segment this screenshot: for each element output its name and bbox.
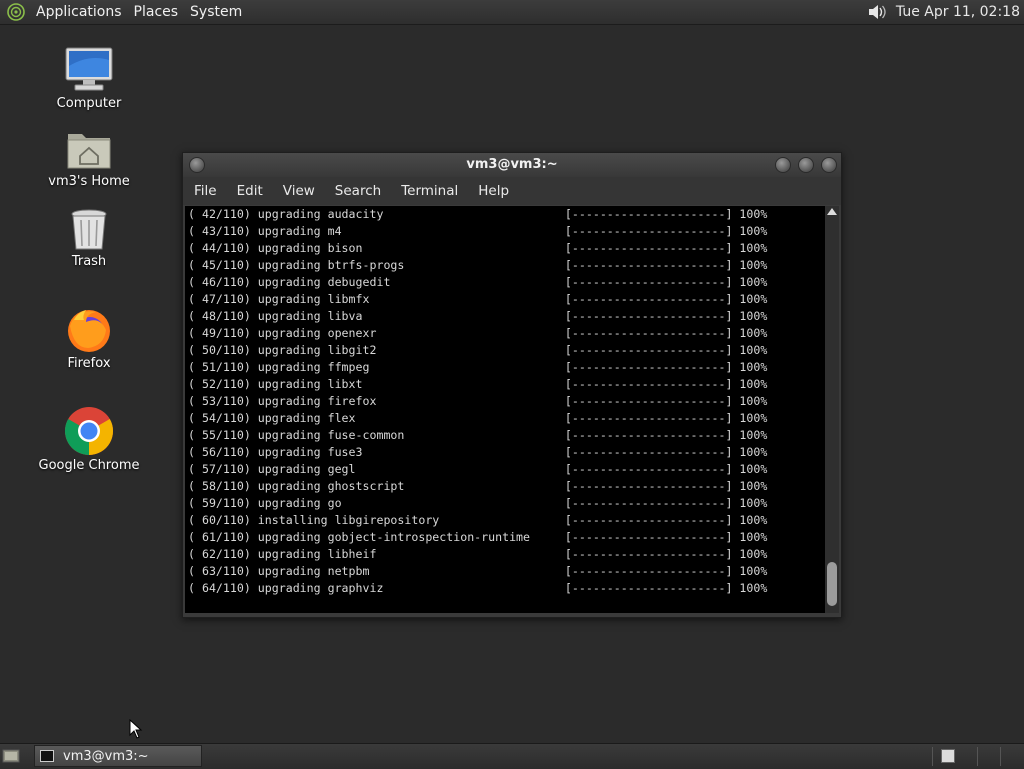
taskbar-button-terminal[interactable]: vm3@vm3:~ [34,745,202,767]
terminal-line: ( 64/110) upgrading graphviz [----------… [188,581,768,595]
desktop-icon-computer[interactable]: Computer [29,46,149,111]
panel-divider [977,747,978,766]
desktop-icon-label: vm3's Home [48,174,130,189]
chrome-icon [64,407,114,455]
menu-edit[interactable]: Edit [227,183,273,199]
computer-icon [65,47,113,91]
minimize-button[interactable] [775,157,791,173]
volume-icon[interactable] [866,2,888,22]
menu-terminal[interactable]: Terminal [391,183,468,199]
maximize-button[interactable] [798,157,814,173]
terminal-line: ( 47/110) upgrading libmfx [------------… [188,292,768,306]
terminal-line: ( 59/110) upgrading go [----------------… [188,496,768,510]
terminal-text: ( 42/110) upgrading audacity [----------… [185,206,825,597]
desktop-icon-label: Google Chrome [38,458,140,473]
system-menu[interactable]: System [184,4,248,20]
terminal-line: ( 48/110) upgrading libva [-------------… [188,309,768,323]
panel-divider [932,747,933,766]
window-menu-button[interactable] [189,157,205,173]
scrollbar-thumb[interactable] [827,562,837,606]
terminal-icon [40,750,54,762]
desktop-icon-label: Trash [71,254,107,269]
home-folder-icon [67,134,111,169]
scroll-up-arrow-icon[interactable] [827,208,837,215]
terminal-line: ( 52/110) upgrading libxt [-------------… [188,377,768,391]
terminal-line: ( 60/110) installing libgirepository [--… [188,513,768,527]
terminal-line: ( 55/110) upgrading fuse-common [-------… [188,428,768,442]
terminal-line: ( 58/110) upgrading ghostscript [-------… [188,479,768,493]
distro-logo-icon[interactable] [6,2,26,22]
terminal-line: ( 44/110) upgrading bison [-------------… [188,241,768,255]
top-panel: Applications Places System Tue Apr 11, 0… [0,0,1024,25]
terminal-line: ( 42/110) upgrading audacity [----------… [188,207,768,221]
menu-view[interactable]: View [273,183,325,199]
close-button[interactable] [821,157,837,173]
window-title: vm3@vm3:~ [466,157,558,172]
mouse-cursor-icon [129,719,143,739]
trash-icon [71,209,107,250]
firefox-icon [68,310,110,352]
terminal-output[interactable]: ( 42/110) upgrading audacity [----------… [185,206,825,613]
workspace-switcher-icon[interactable] [941,749,955,763]
bottom-panel: vm3@vm3:~ [0,743,1024,769]
desktop-icon-label: Computer [56,96,122,111]
terminal-line: ( 45/110) upgrading btrfs-progs [-------… [188,258,768,272]
terminal-line: ( 57/110) upgrading gegl [--------------… [188,462,768,476]
terminal-line: ( 61/110) upgrading gobject-introspectio… [188,530,768,544]
terminal-line: ( 46/110) upgrading debugedit [---------… [188,275,768,289]
terminal-line: ( 53/110) upgrading firefox [-----------… [188,394,768,408]
panel-divider [1000,747,1001,766]
terminal-line: ( 49/110) upgrading openexr [-----------… [188,326,768,340]
terminal-scrollbar[interactable] [825,206,839,613]
terminal-line: ( 51/110) upgrading ffmpeg [------------… [188,360,768,374]
show-desktop-icon[interactable] [2,748,20,764]
desktop-icon-trash[interactable]: Trash [29,208,149,269]
terminal-line: ( 43/110) upgrading m4 [----------------… [188,224,768,238]
clock[interactable]: Tue Apr 11, 02:18 [896,4,1024,20]
terminal-window[interactable]: vm3@vm3:~ File Edit View Search Terminal… [182,152,842,618]
window-titlebar[interactable]: vm3@vm3:~ [183,153,841,177]
terminal-line: ( 56/110) upgrading fuse3 [-------------… [188,445,768,459]
terminal-line: ( 50/110) upgrading libgit2 [-----------… [188,343,768,357]
menu-search[interactable]: Search [325,183,391,199]
applications-menu[interactable]: Applications [30,4,128,20]
taskbar-button-label: vm3@vm3:~ [63,749,149,764]
menu-file[interactable]: File [183,183,227,199]
terminal-line: ( 63/110) upgrading netpbm [------------… [188,564,768,578]
desktop-icon-chrome[interactable]: Google Chrome [29,406,149,473]
desktop-icon-firefox[interactable]: Firefox [29,306,149,371]
terminal-line: ( 54/110) upgrading flex [--------------… [188,411,768,425]
terminal-menubar: File Edit View Search Terminal Help [183,177,841,205]
terminal-line: ( 62/110) upgrading libheif [-----------… [188,547,768,561]
desktop-icon-home[interactable]: vm3's Home [29,128,149,189]
menu-help[interactable]: Help [468,183,519,199]
places-menu[interactable]: Places [128,4,185,20]
desktop-icon-label: Firefox [67,356,111,371]
